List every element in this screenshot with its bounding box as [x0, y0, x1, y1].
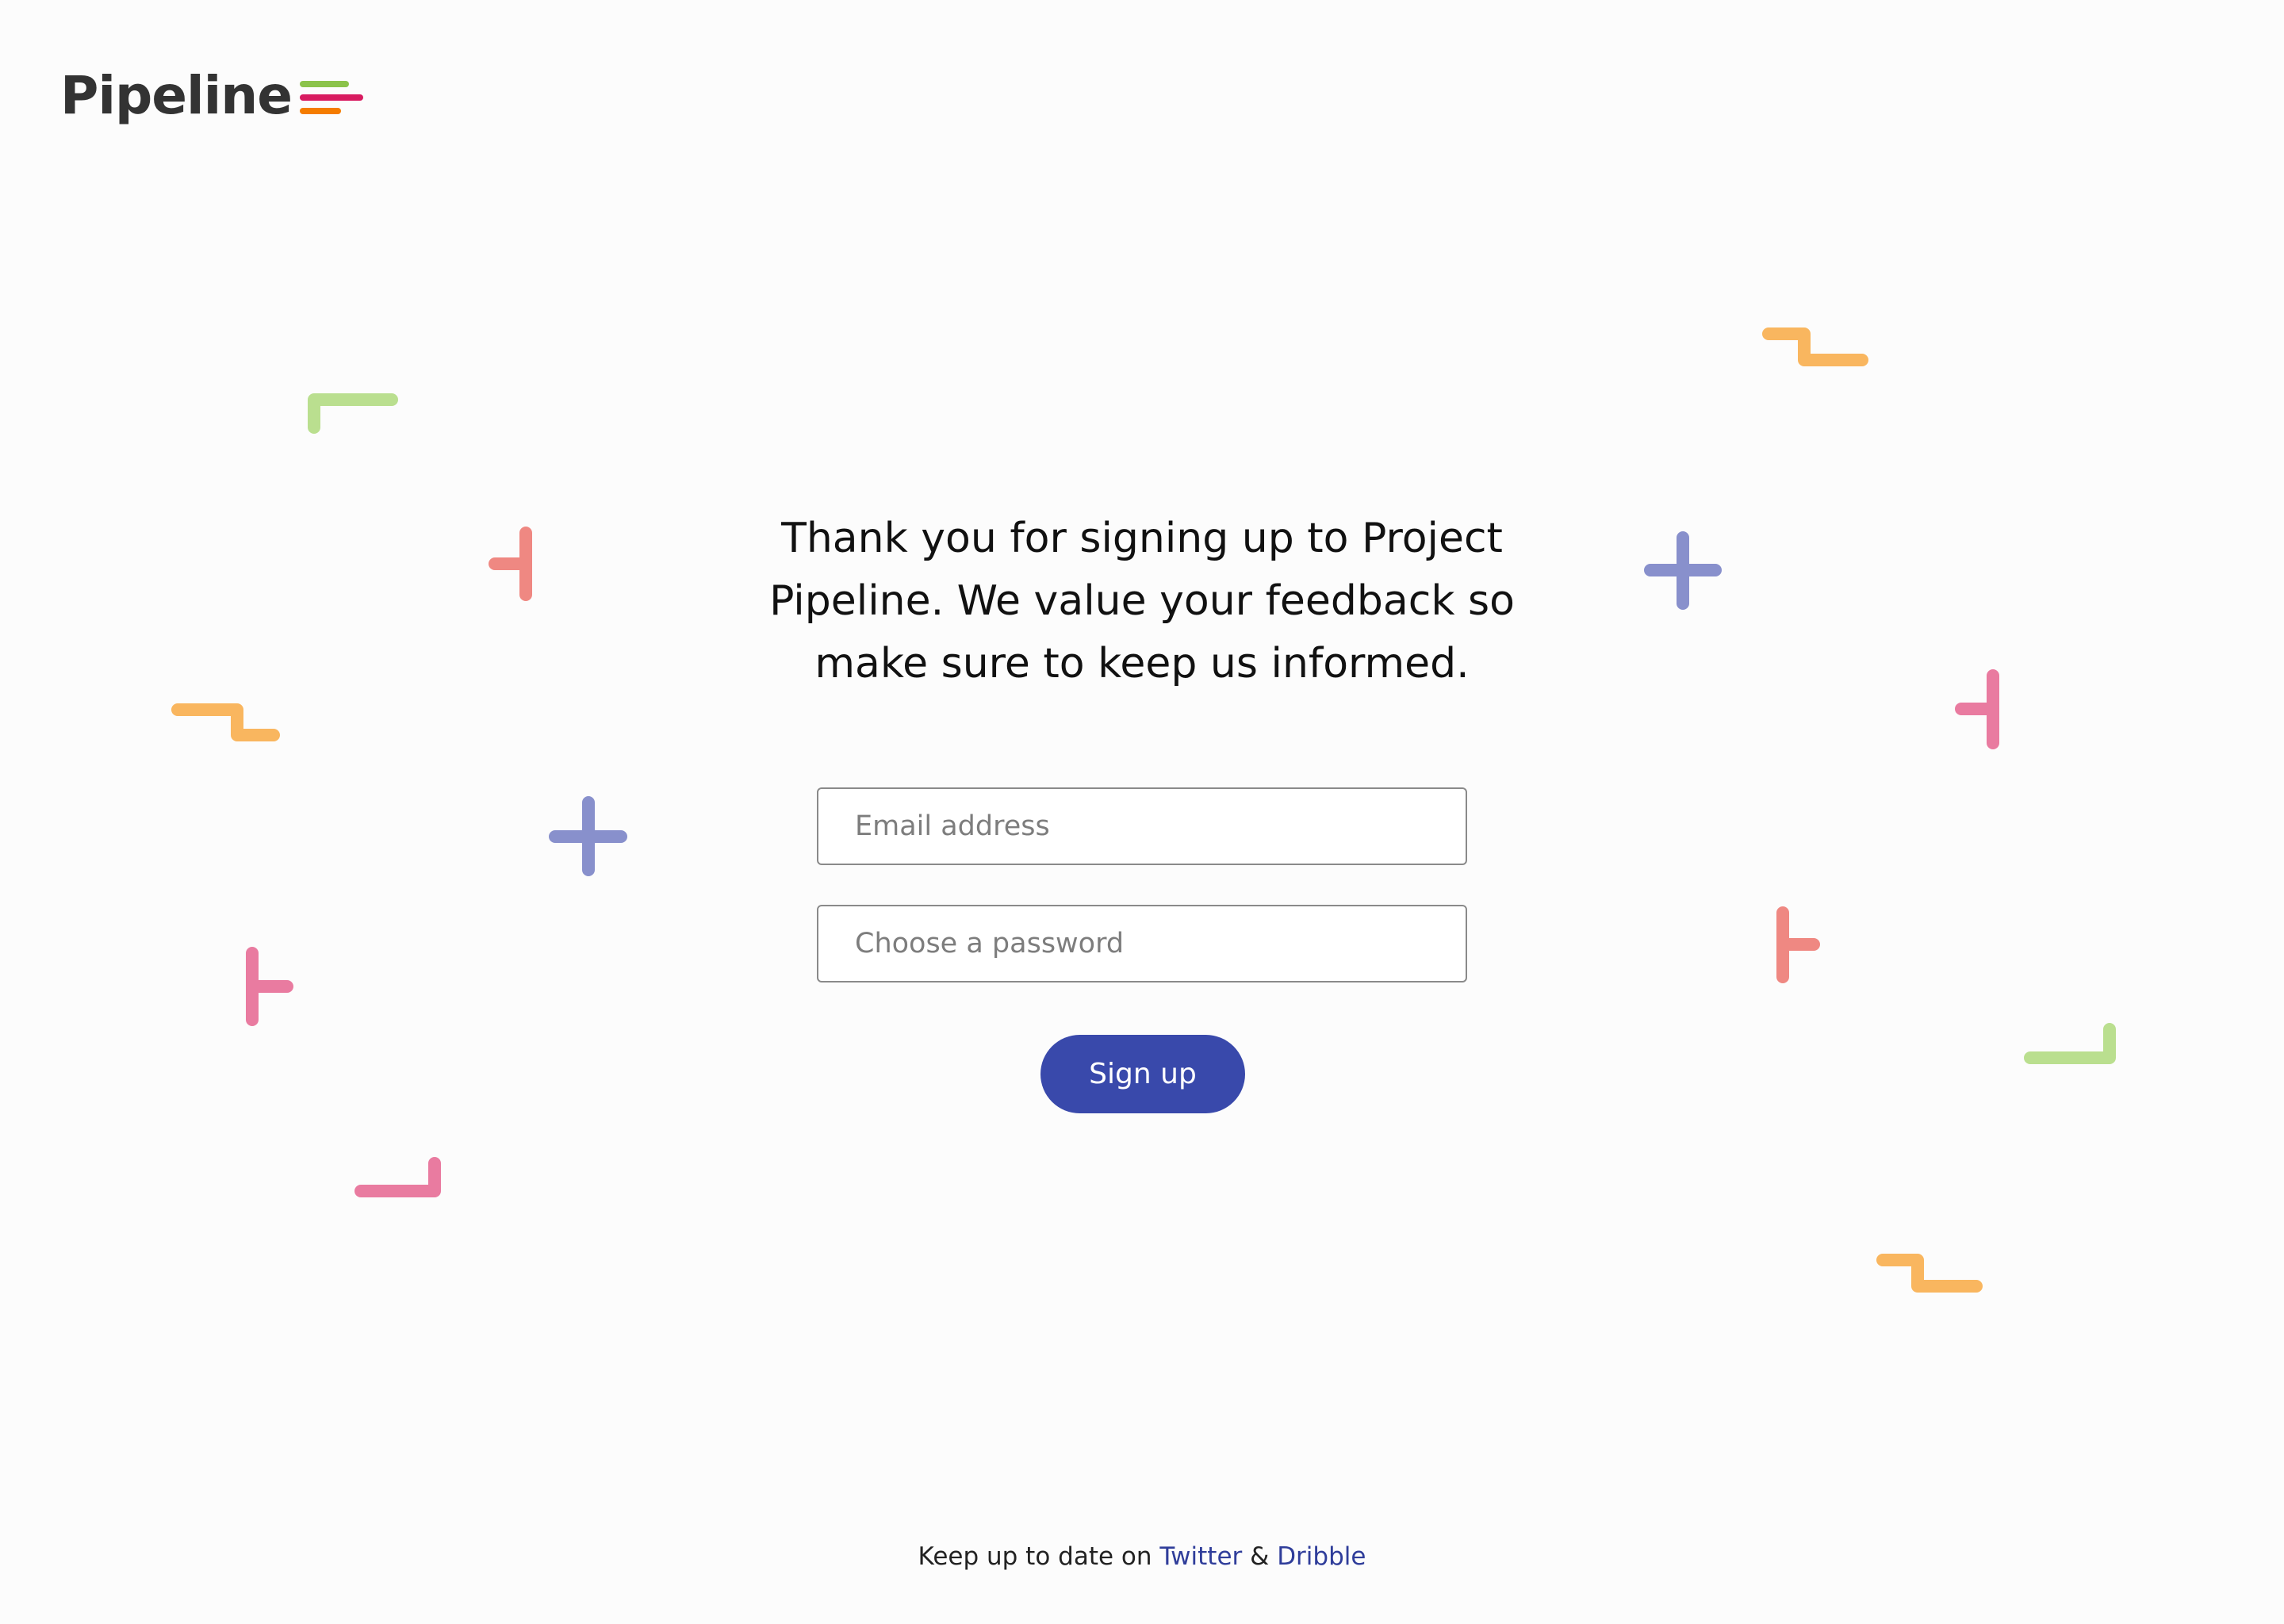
confirmation-message: Thank you for signing up to Project Pipe…: [769, 515, 1515, 688]
brand-bars-icon: [300, 81, 363, 114]
dribble-link[interactable]: Dribble: [1277, 1542, 1366, 1571]
pink-corner-shape: [354, 1157, 441, 1197]
brand-name: Pipeline: [60, 65, 293, 126]
brand-logo[interactable]: Pipeline: [60, 70, 365, 122]
pink-tee-shape: [1955, 669, 1999, 749]
green-corner-shape: [2024, 1023, 2116, 1064]
salmon-tee-shape: [489, 527, 532, 601]
footer-text: Keep up to date on: [918, 1542, 1152, 1571]
footer: Keep up to date on Twitter & Dribble: [0, 1542, 2284, 1571]
pink-tee-shape: [246, 947, 293, 1026]
salmon-tee-shape: [1776, 906, 1820, 983]
orange-step-shape: [1762, 327, 1868, 366]
orange-step-shape: [171, 703, 280, 741]
orange-step-shape: [1876, 1254, 1983, 1293]
green-corner-shape: [308, 393, 398, 434]
signup-confirmation-page: Pipeline Thank you for signing up to Pro…: [0, 0, 2284, 1624]
indigo-plus-shape: [1644, 531, 1722, 610]
twitter-link[interactable]: Twitter: [1159, 1542, 1242, 1571]
email-field[interactable]: [817, 787, 1467, 865]
indigo-plus-shape: [549, 796, 627, 876]
sign-up-button[interactable]: Sign up: [1040, 1035, 1245, 1113]
password-field[interactable]: [817, 905, 1467, 982]
footer-separator: &: [1250, 1542, 1270, 1571]
